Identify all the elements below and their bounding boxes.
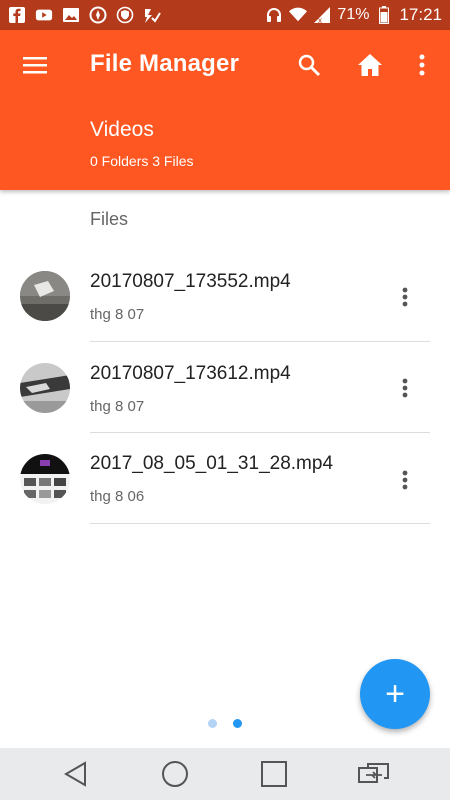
- more-vert-icon: [402, 378, 408, 398]
- more-vert-icon: [402, 287, 408, 307]
- home-button[interactable]: [353, 48, 387, 82]
- dual-window-button[interactable]: [356, 756, 392, 792]
- checkmark-app-icon: [143, 6, 161, 24]
- list-item[interactable]: 20170807_173612.mp4 thg 8 07: [0, 342, 450, 434]
- back-button[interactable]: [58, 756, 94, 792]
- circle-home-icon: [162, 761, 188, 787]
- battery-icon: [375, 6, 393, 24]
- file-date: thg 8 06: [90, 488, 145, 505]
- folder-title: Videos: [90, 118, 154, 141]
- clock: 17:21: [399, 5, 442, 24]
- facebook-icon: [8, 6, 26, 24]
- file-date: thg 8 07: [90, 398, 145, 415]
- page-dot[interactable]: [208, 719, 217, 728]
- switch-window-icon: [358, 763, 389, 783]
- file-date: thg 8 07: [90, 306, 145, 323]
- menu-button[interactable]: [18, 48, 52, 82]
- gallery-icon: [62, 6, 80, 24]
- section-label: Files: [90, 209, 129, 229]
- search-button[interactable]: [292, 48, 326, 82]
- folder-summary: 0 Folders 3 Files: [90, 153, 194, 169]
- recents-button[interactable]: [256, 756, 292, 792]
- app-title: File Manager: [90, 50, 240, 77]
- overflow-menu-button[interactable]: [405, 48, 439, 82]
- signal-icon: x: [313, 6, 331, 24]
- search-icon: [298, 54, 321, 77]
- compass-icon: [89, 6, 107, 24]
- file-options-button[interactable]: [390, 277, 420, 317]
- file-name: 20170807_173612.mp4: [90, 363, 291, 384]
- battery-percent: 71%: [337, 6, 370, 23]
- file-options-button[interactable]: [390, 368, 420, 408]
- divider: [90, 523, 430, 524]
- app-bar: File Manager Videos 0 Folders 3 Files: [0, 30, 450, 190]
- file-name: 2017_08_05_01_31_28.mp4: [90, 453, 334, 474]
- home-nav-button[interactable]: [157, 756, 193, 792]
- svg-text:x: x: [318, 16, 322, 24]
- square-recents-icon: [261, 761, 287, 787]
- video-thumbnail: [20, 454, 70, 504]
- more-vert-icon: [402, 470, 408, 490]
- shield-icon: [116, 6, 134, 24]
- youtube-icon: [35, 6, 53, 24]
- home-icon: [358, 54, 382, 76]
- status-bar: x 71% 17:21: [0, 0, 450, 30]
- navigation-bar: [0, 748, 450, 800]
- wifi-icon: [289, 6, 308, 24]
- page-dot-active[interactable]: [233, 719, 242, 728]
- video-thumbnail: [20, 363, 70, 413]
- file-options-button[interactable]: [390, 460, 420, 500]
- add-button[interactable]: +: [360, 659, 430, 729]
- plus-icon: +: [385, 675, 405, 713]
- page-indicator: [208, 719, 242, 728]
- hamburger-icon: [23, 57, 47, 74]
- more-vert-icon: [419, 54, 425, 76]
- list-item[interactable]: 2017_08_05_01_31_28.mp4 thg 8 06: [0, 433, 450, 525]
- headphones-icon: [265, 6, 283, 24]
- video-thumbnail: [20, 271, 70, 321]
- list-item[interactable]: 20170807_173552.mp4 thg 8 07: [0, 250, 450, 342]
- file-name: 20170807_173552.mp4: [90, 271, 291, 292]
- back-icon: [64, 761, 86, 787]
